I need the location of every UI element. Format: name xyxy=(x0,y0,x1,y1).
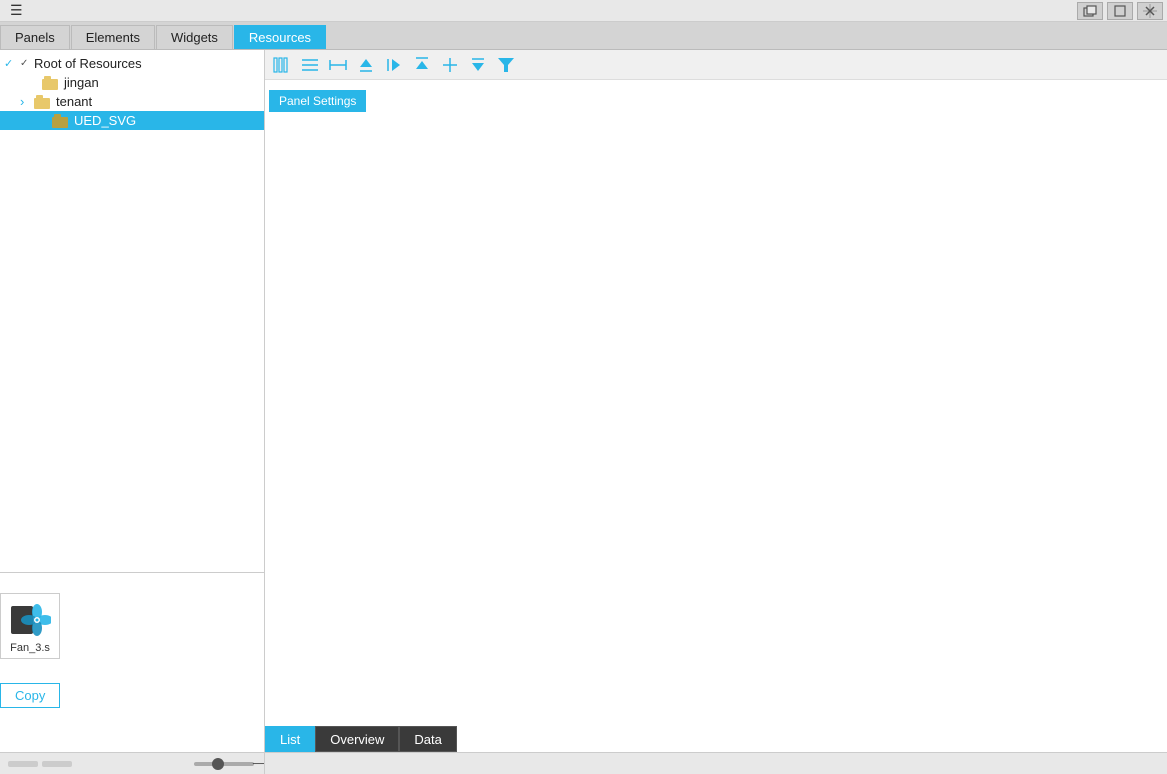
toolbar-icon-right-align[interactable] xyxy=(383,54,405,76)
window-controls xyxy=(1077,2,1163,20)
drag-label: Fan_3.s xyxy=(10,642,50,654)
menu-bar: ☰ xyxy=(0,0,1167,22)
cross-icon[interactable] xyxy=(1137,2,1163,20)
right-bottom-tabs: List Overview Data xyxy=(265,726,457,752)
hamburger-icon[interactable]: ☰ xyxy=(4,2,29,19)
toolbar-icon-up-top[interactable] xyxy=(355,54,377,76)
preview-area: Fan_3.s Copy xyxy=(0,572,264,752)
root-arrow: ✓ xyxy=(20,58,34,69)
tab-widgets[interactable]: Widgets xyxy=(156,25,233,49)
tab-resources[interactable]: Resources xyxy=(234,25,326,49)
toolbar-icon-bars[interactable] xyxy=(271,54,293,76)
fan-icon xyxy=(9,598,51,640)
left-panel: ✓ ✓ Root of Resources jingan › tenant UE… xyxy=(0,50,265,774)
zoom-slider[interactable]: ──── xyxy=(194,762,254,766)
tab-panels[interactable]: Panels xyxy=(0,25,70,49)
tenant-label: tenant xyxy=(56,94,92,109)
tree-root[interactable]: ✓ ✓ Root of Resources xyxy=(0,54,264,73)
toolbar-icon-up-top2[interactable] xyxy=(411,54,433,76)
tab-elements[interactable]: Elements xyxy=(71,25,155,49)
tree-area: ✓ ✓ Root of Resources jingan › tenant UE… xyxy=(0,50,264,572)
jingan-label: jingan xyxy=(64,75,99,90)
toolbar-icon-down[interactable] xyxy=(467,54,489,76)
toolbar-icon-add[interactable] xyxy=(439,54,461,76)
folder-icon-tenant xyxy=(34,95,52,109)
copy-button[interactable]: Copy xyxy=(0,683,60,708)
check-icon: ✓ xyxy=(4,57,18,70)
tab-data[interactable]: Data xyxy=(399,726,456,752)
tree-item-ued-svg[interactable]: UED_SVG xyxy=(0,111,264,130)
toolbar-icon-align-left[interactable] xyxy=(327,54,349,76)
tab-overview[interactable]: Overview xyxy=(315,726,399,752)
drag-card[interactable]: Fan_3.s xyxy=(0,593,60,659)
folder-icon-ued-svg xyxy=(52,114,70,128)
filter-icon[interactable] xyxy=(495,54,517,76)
main-layout: ✓ ✓ Root of Resources jingan › tenant UE… xyxy=(0,50,1167,774)
panel-settings-button[interactable]: Panel Settings xyxy=(269,90,366,112)
root-label: Root of Resources xyxy=(34,56,142,71)
right-panel: Panel Settings List Overview Data xyxy=(265,50,1167,774)
tenant-arrow: › xyxy=(20,94,34,109)
tree-item-tenant[interactable]: › tenant xyxy=(0,92,264,111)
maximize-button[interactable] xyxy=(1107,2,1133,20)
ued-svg-label: UED_SVG xyxy=(74,113,136,128)
tab-bar: Panels Elements Widgets Resources xyxy=(0,22,1167,50)
left-bottom-bar: ──── xyxy=(0,752,264,774)
tree-item-jingan[interactable]: jingan xyxy=(0,73,264,92)
right-toolbar xyxy=(265,50,1167,80)
restore-button[interactable] xyxy=(1077,2,1103,20)
right-content-area xyxy=(265,80,1167,774)
right-bottom-bar xyxy=(265,752,1167,774)
folder-icon-jingan xyxy=(42,76,60,90)
toolbar-icon-list[interactable] xyxy=(299,54,321,76)
tab-list[interactable]: List xyxy=(265,726,315,752)
